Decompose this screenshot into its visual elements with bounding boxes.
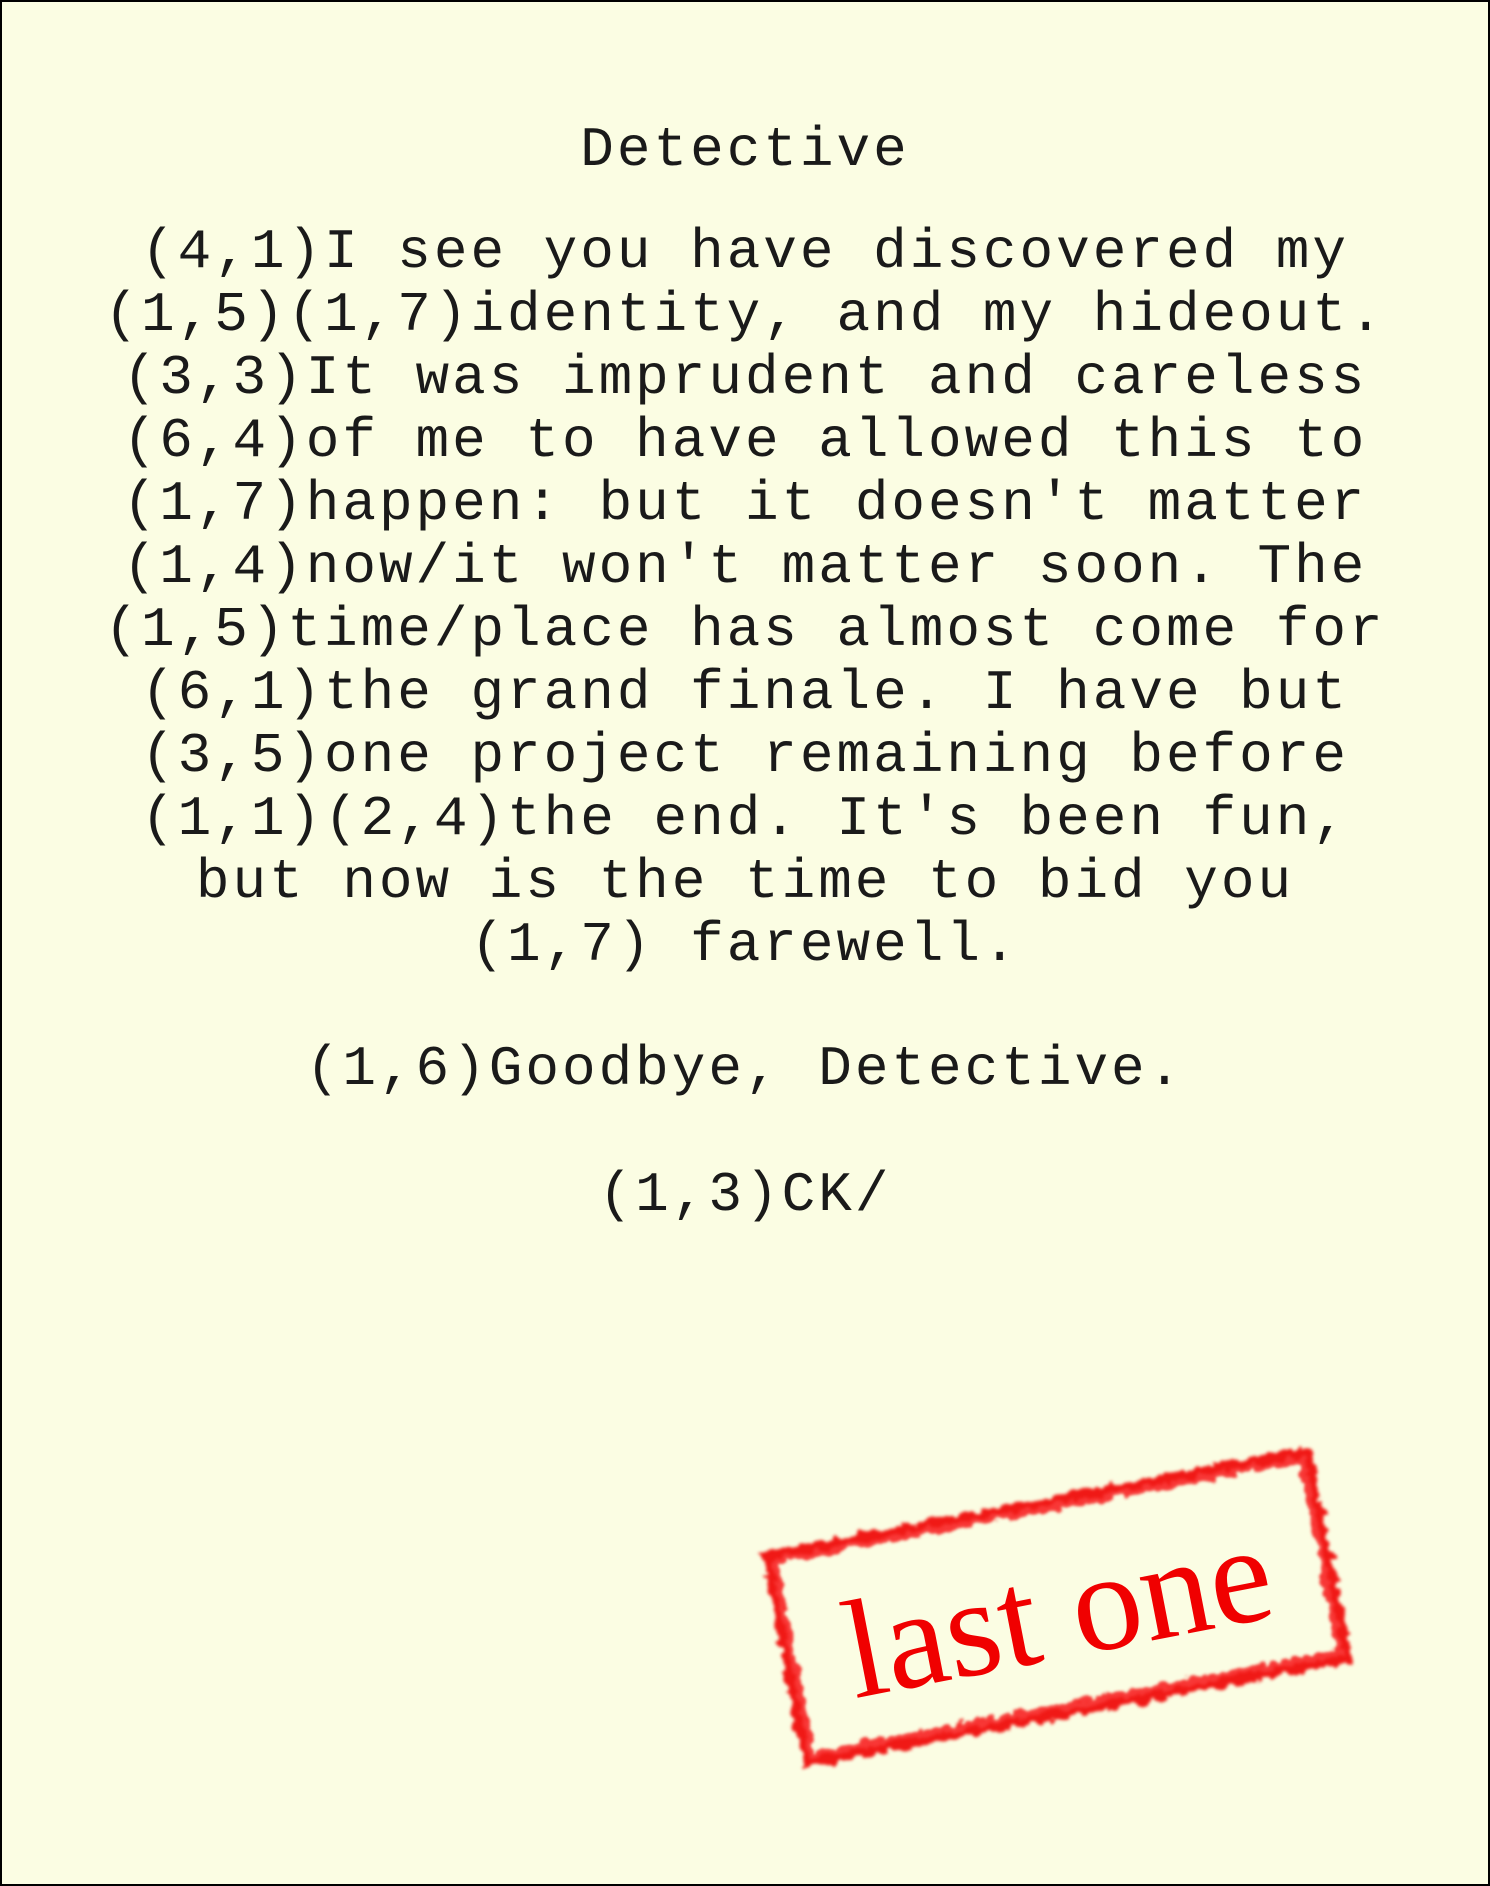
letter-signature: (1,3)CK/ [598, 1163, 892, 1227]
letter-page: Detective (4,1)I see you have discovered… [0, 0, 1490, 1886]
last-one-stamp: last one [744, 1428, 1371, 1786]
letter-salutation: Detective [580, 118, 910, 182]
letter-closing: (1,6)Goodbye, Detective. [305, 1037, 1185, 1101]
letter-line-12: (1,7) farewell. [470, 913, 1020, 977]
stamp-text: last one [831, 1494, 1285, 1729]
